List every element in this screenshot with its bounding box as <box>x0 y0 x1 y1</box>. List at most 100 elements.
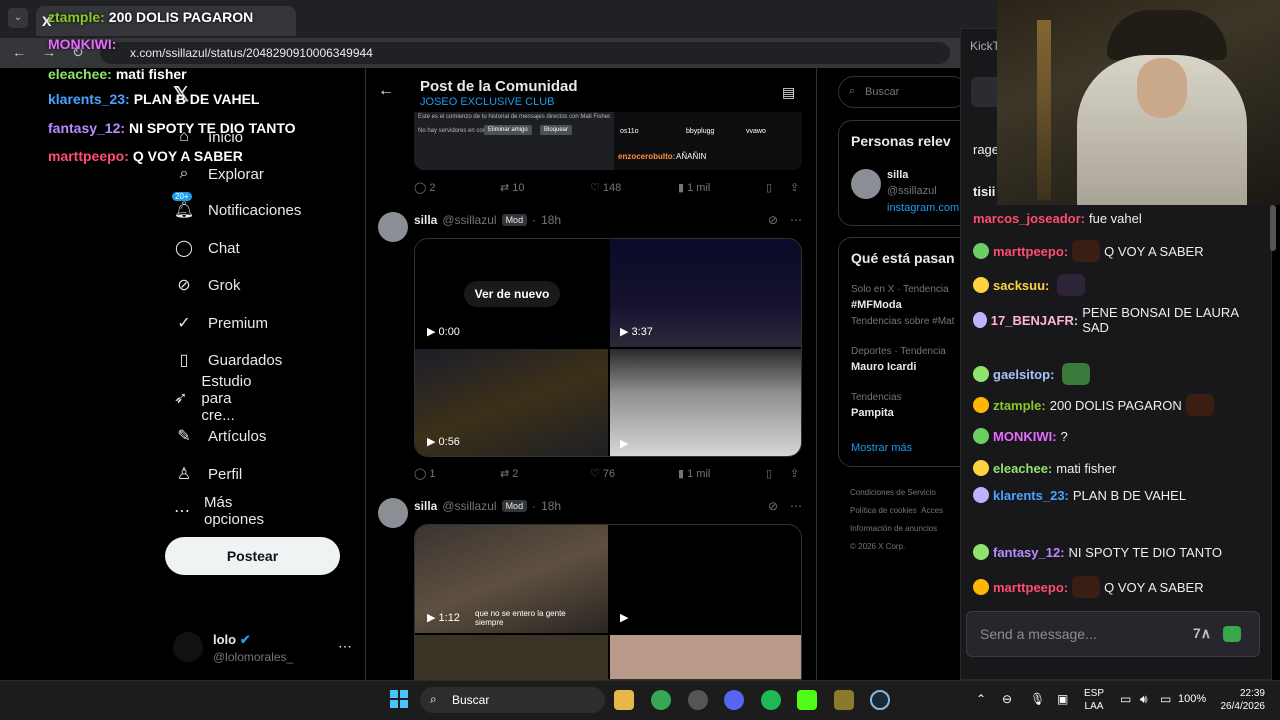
video-player[interactable] <box>610 635 801 679</box>
nav-item-grok[interactable]: ⊘ Grok <box>174 273 240 297</box>
chat-message[interactable]: ztample: 200 DOLIS PAGARON <box>973 394 1214 416</box>
nav-item-bookmarks[interactable]: ▯ Guardados <box>174 348 283 372</box>
chat-message[interactable]: marcos_joseador: fue vahel <box>973 211 1142 226</box>
chat-message[interactable]: fantasy_12: NI SPOTY TE DIO TANTO <box>973 544 1222 560</box>
language-indicator[interactable]: ESP LAA <box>1084 687 1104 713</box>
trend-name[interactable]: Pampita <box>851 407 894 419</box>
nav-item-profile[interactable]: ♙ Perfil <box>174 462 242 486</box>
footer-link[interactable]: Condiciones de Servicio <box>850 484 965 502</box>
chat-message[interactable]: gaelsitop: <box>973 363 1091 385</box>
chat-username[interactable]: gaelsitop: <box>993 367 1054 382</box>
chat-scrollbar[interactable] <box>1270 205 1276 251</box>
bookmark-icon[interactable]: ▯ <box>766 181 772 194</box>
chrome-icon[interactable] <box>651 690 671 710</box>
battery-icon[interactable]: ▭ <box>1160 692 1171 706</box>
share-icon[interactable]: ⇪ <box>790 467 799 480</box>
chat-username[interactable]: marttpeepo: <box>993 244 1068 259</box>
chat-input[interactable]: Send a message... 7∧ <box>966 611 1260 657</box>
reply-button[interactable]: ◯ 2 <box>414 181 436 194</box>
trend-name[interactable]: Mauro Icardi <box>851 361 916 373</box>
person-name[interactable]: silla <box>887 169 908 181</box>
bookmark-icon[interactable]: ▯ <box>766 467 772 480</box>
chat-message[interactable]: MONKIWI:? <box>973 428 1068 444</box>
discord-icon[interactable] <box>724 690 744 710</box>
retweet-button[interactable]: ⇄ 2 <box>500 467 518 480</box>
author-name[interactable]: silla <box>414 213 437 227</box>
chat-message[interactable]: klarents_23: PLAN B DE VAHEL <box>973 487 1186 503</box>
chat-username[interactable]: ztample: <box>993 398 1046 413</box>
author-handle[interactable]: @ssillazul <box>442 213 496 227</box>
chat-message[interactable]: 17_BENJAFR: PENE BONSAI DE LAURA SAD <box>973 305 1243 335</box>
volume-icon[interactable]: 🔊︎ <box>1140 692 1148 707</box>
nav-item-creator-studio[interactable]: ➶ Estudio para cre... <box>174 373 258 424</box>
footer-link[interactable]: Información de anuncios <box>850 520 965 538</box>
video-player[interactable]: Ver de nuevo ▶ 0:00 <box>415 239 608 347</box>
reply-button[interactable]: ◯ 1 <box>414 467 436 480</box>
chat-message[interactable]: sacksuu: <box>973 274 1086 296</box>
video-player[interactable]: ▶ <box>610 349 801 456</box>
community-name[interactable]: JOSEO EXCLUSIVE CLUB <box>420 96 555 108</box>
video-player[interactable]: ▶ 3:37 <box>610 239 801 347</box>
obs-icon[interactable] <box>688 690 708 710</box>
tray-chevron-icon[interactable]: ⌃ <box>976 692 986 706</box>
tweet-time[interactable]: 18h <box>541 499 561 513</box>
video-player[interactable] <box>415 635 608 679</box>
tweet-time[interactable]: 18h <box>541 213 561 227</box>
clock[interactable]: 22:39 26/4/2026 <box>1215 687 1266 713</box>
file-explorer-icon[interactable] <box>614 690 634 710</box>
retweet-button[interactable]: ⇄ 10 <box>500 181 525 194</box>
tray-device-icon[interactable]: ▣ <box>1057 692 1068 706</box>
footer-link[interactable]: Política de cookies Acces <box>850 502 965 520</box>
views-count[interactable]: ▮ 1 mil <box>678 181 710 194</box>
url-input[interactable]: x.com/ssillazul/status/20482909100063499… <box>100 42 950 64</box>
taskbar-search[interactable]: ⌕ Buscar <box>420 687 605 713</box>
trend-name[interactable]: #MFModa <box>851 299 902 311</box>
kick-icon[interactable] <box>797 690 817 710</box>
back-icon[interactable]: ← <box>12 44 26 60</box>
post-media-image[interactable]: Este es el comienzo de tu historial de m… <box>414 112 802 170</box>
chat-message[interactable]: marttpeepo: Q VOY A SABER <box>973 240 1204 262</box>
avatar[interactable] <box>378 498 408 528</box>
chat-username[interactable]: eleachee: <box>993 461 1052 476</box>
share-icon[interactable]: ⇪ <box>790 181 799 194</box>
chat-username[interactable]: 17_BENJAFR: <box>991 313 1078 328</box>
nav-item-explore[interactable]: ⌕ Explorar <box>174 162 264 186</box>
steam-icon[interactable] <box>870 690 890 710</box>
nav-item-premium[interactable]: ✓ Premium <box>174 311 268 335</box>
person-handle[interactable]: @ssillazul <box>887 185 937 197</box>
tray-app-icon[interactable]: ⊖ <box>1002 692 1012 706</box>
account-menu-icon[interactable]: ⋯ <box>338 638 352 655</box>
game-icon[interactable] <box>834 690 854 710</box>
nav-item-articles[interactable]: ✎ Artículos <box>174 424 266 448</box>
back-arrow-icon[interactable]: ← <box>378 82 394 100</box>
more-icon[interactable]: ⋯ <box>790 213 802 227</box>
video-player[interactable]: ▶ <box>610 525 801 633</box>
emote-picker-icon[interactable]: 7∧ <box>1193 625 1211 642</box>
chat-username[interactable]: marcos_joseador: <box>973 211 1085 226</box>
avatar[interactable] <box>378 212 408 242</box>
person-link[interactable]: instagram.com <box>887 202 959 214</box>
account-name[interactable]: lolo ✔ <box>213 632 251 648</box>
views-count[interactable]: ▮ 1 mil <box>678 467 710 480</box>
chat-username[interactable]: sacksuu: <box>993 278 1049 293</box>
author-name[interactable]: silla <box>414 499 437 513</box>
chat-username[interactable]: MONKIWI: <box>993 429 1057 444</box>
microphone-icon[interactable]: 🎙︎ <box>1030 692 1045 706</box>
avatar[interactable] <box>851 169 881 199</box>
replay-button[interactable]: Ver de nuevo <box>464 281 560 307</box>
video-player[interactable]: ▶ 0:56 <box>415 349 608 456</box>
windows-start-icon[interactable] <box>390 690 408 708</box>
chat-message[interactable]: marttpeepo: Q VOY A SABER <box>973 576 1204 598</box>
reader-icon[interactable]: ▤ <box>782 84 795 101</box>
kick-emote-icon[interactable] <box>1223 626 1241 642</box>
like-button[interactable]: ♡ 76 <box>590 467 615 480</box>
avatar[interactable] <box>173 632 203 662</box>
author-handle[interactable]: @ssillazul <box>442 499 496 513</box>
chat-message[interactable]: eleachee: mati fisher <box>973 460 1116 476</box>
search-input[interactable]: ⌕ Buscar <box>838 76 968 108</box>
nav-item-notifications[interactable]: 🔔︎ 20+ Notificaciones <box>172 192 301 222</box>
tab-list-button[interactable]: ⌄ <box>8 8 28 28</box>
more-icon[interactable]: ⋯ <box>790 499 802 513</box>
grok-icon[interactable]: ⊘ <box>768 213 778 227</box>
chat-username[interactable]: marttpeepo: <box>993 580 1068 595</box>
